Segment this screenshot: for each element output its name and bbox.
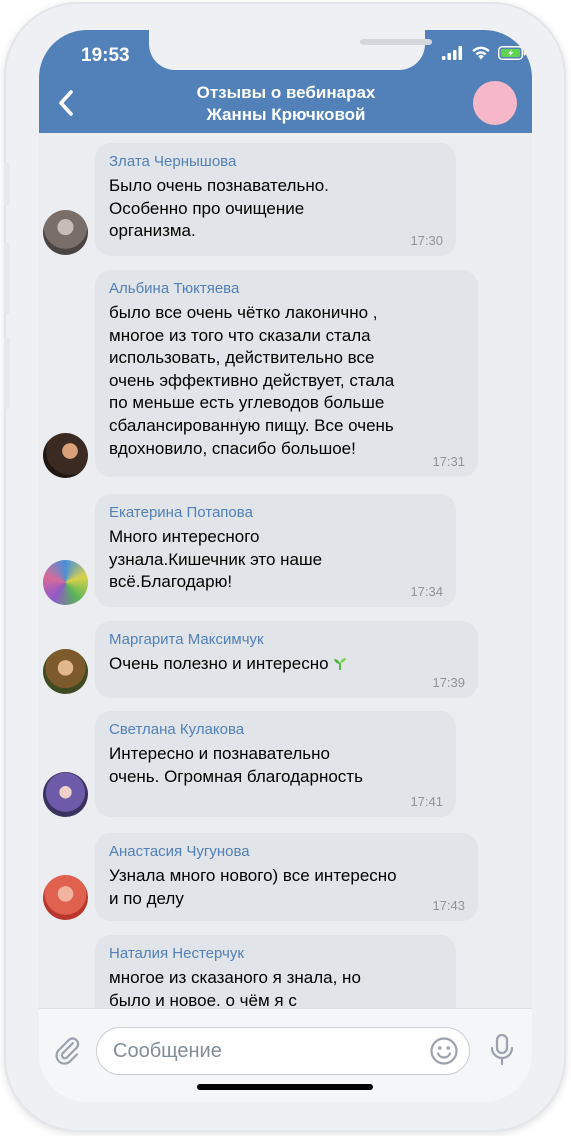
message-input-placeholder: Сообщение bbox=[113, 1040, 222, 1062]
status-icons bbox=[442, 45, 526, 60]
message-bubble[interactable]: Наталия Нестерчук многое из сказаного я … bbox=[95, 935, 456, 1008]
sender-name[interactable]: Маргарита Максимчук bbox=[109, 631, 264, 648]
message-list[interactable]: Злата Чернышова Было очень познавательно… bbox=[39, 133, 532, 1008]
speaker-grille bbox=[360, 39, 432, 45]
home-indicator[interactable] bbox=[197, 1084, 373, 1090]
paperclip-icon[interactable] bbox=[52, 1034, 82, 1066]
avatar[interactable] bbox=[43, 875, 88, 920]
volume-down-button bbox=[4, 337, 10, 409]
mute-switch bbox=[4, 162, 10, 206]
message-bubble[interactable]: Маргарита Максимчук Очень полезно и инте… bbox=[95, 621, 478, 698]
message-time: 17:34 bbox=[410, 584, 443, 599]
avatar[interactable] bbox=[43, 210, 88, 255]
message-time: 17:30 bbox=[410, 233, 443, 248]
sender-name[interactable]: Светлана Кулакова bbox=[109, 721, 244, 738]
sender-name[interactable]: Екатерина Потапова bbox=[109, 504, 253, 521]
notch bbox=[149, 30, 432, 70]
chat-title-line-2: Жанны Крючковой bbox=[206, 105, 366, 124]
message-text: многое из сказаного я знала, но было и н… bbox=[109, 968, 361, 1008]
chat-header: 19:53 Отзывы о вебинарах Жанны Крючковой bbox=[39, 30, 532, 133]
chat-title-line-1: Отзывы о вебинарах bbox=[196, 83, 376, 102]
screen: 19:53 Отзывы о вебинарах Жанны Крючковой… bbox=[39, 30, 532, 1102]
message-time: 17:31 bbox=[432, 454, 465, 469]
message-time: 17:41 bbox=[410, 794, 443, 809]
message-text: Много интересного узнала.Кишечник это на… bbox=[109, 527, 323, 592]
sprout-icon bbox=[333, 658, 346, 670]
sender-name[interactable]: Альбина Тюктяева bbox=[109, 280, 239, 297]
message-bubble[interactable]: Злата Чернышова Было очень познавательно… bbox=[95, 143, 456, 256]
message-bubble[interactable]: Екатерина Потапова Много интересного узн… bbox=[95, 494, 456, 607]
message-bubble[interactable]: Анастасия Чугунова Узнала много нового) … bbox=[95, 833, 478, 921]
message-text: Очень полезно и интересно bbox=[109, 653, 347, 676]
message-text-content: Очень полезно и интересно bbox=[109, 654, 329, 673]
message-text: Интересно и познавательно очень. Огромна… bbox=[109, 744, 363, 786]
avatar[interactable] bbox=[43, 772, 88, 817]
sender-name[interactable]: Наталия Нестерчук bbox=[109, 945, 244, 962]
chat-title[interactable]: Отзывы о вебинарах Жанны Крючковой bbox=[159, 82, 413, 126]
smile-icon[interactable] bbox=[429, 1036, 459, 1066]
message-time: 17:43 bbox=[432, 898, 465, 913]
message-text: Было очень познавательно. Особенно про о… bbox=[109, 176, 329, 241]
message-input[interactable]: Сообщение bbox=[96, 1027, 470, 1075]
status-time: 19:53 bbox=[81, 45, 130, 66]
volume-up-button bbox=[4, 242, 10, 314]
avatar[interactable] bbox=[43, 560, 88, 605]
message-bubble[interactable]: Светлана Кулакова Интересно и познавател… bbox=[95, 711, 456, 817]
battery-icon bbox=[498, 45, 526, 60]
back-arrow-icon[interactable] bbox=[53, 86, 83, 120]
message-time: 17:39 bbox=[432, 675, 465, 690]
message-text: Узнала много нового) все интересно и по … bbox=[109, 866, 397, 908]
message-text: было все очень чётко лаконично , многое … bbox=[109, 303, 395, 458]
signal-icon bbox=[442, 45, 462, 60]
wifi-icon bbox=[472, 46, 490, 60]
message-bubble[interactable]: Альбина Тюктяева было все очень чётко ла… bbox=[95, 270, 478, 477]
microphone-icon[interactable] bbox=[488, 1033, 516, 1067]
avatar[interactable] bbox=[43, 649, 88, 694]
sender-name[interactable]: Злата Чернышова bbox=[109, 153, 236, 170]
sender-name[interactable]: Анастасия Чугунова bbox=[109, 843, 250, 860]
avatar[interactable] bbox=[43, 433, 88, 478]
chat-avatar[interactable] bbox=[473, 81, 517, 125]
